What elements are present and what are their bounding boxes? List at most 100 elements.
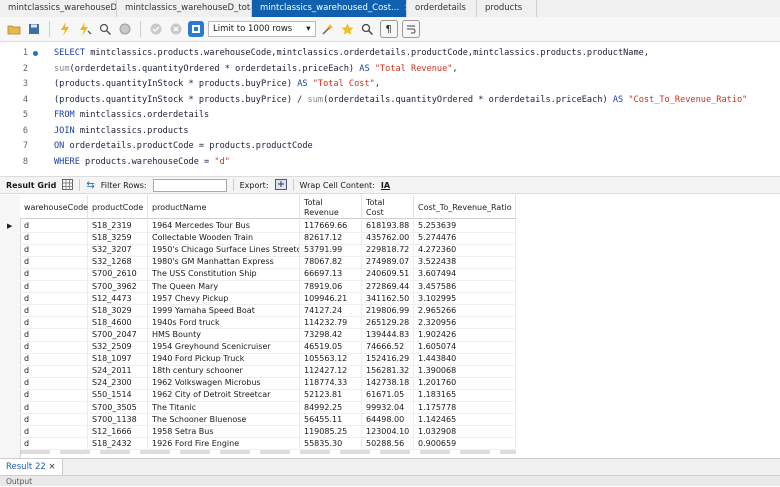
editor-line[interactable]: 8 WHERE products.warehouseCode = "d" [0,155,780,171]
table-cell[interactable]: 5.253639 [414,220,516,232]
search-icon[interactable] [360,21,376,37]
table-cell[interactable]: 2.320956 [414,316,516,329]
magnifier-icon[interactable] [97,21,113,37]
table-cell[interactable]: S700_1138 [88,413,148,426]
table-cell[interactable]: 435762.00 [362,232,414,245]
column-header[interactable]: productCode [88,195,148,219]
table-cell[interactable]: 152416.29 [362,353,414,366]
column-header[interactable]: Total Revenue [300,195,362,219]
table-cell[interactable]: d [20,232,88,245]
table-cell[interactable]: S24_2011 [88,365,148,378]
table-cell[interactable]: 66697.13 [300,268,362,281]
table-cell[interactable]: 3.457586 [414,280,516,293]
editor-line[interactable]: 2 sum(orderdetails.quantityOrdered * orde… [0,62,780,78]
table-cell[interactable]: S12_4473 [88,292,148,305]
table-cell[interactable]: 1.605074 [414,341,516,353]
table-cell[interactable]: S700_2047 [88,328,148,341]
table-cell[interactable]: d [20,316,88,329]
stop-icon[interactable] [117,21,133,37]
table-cell[interactable]: 73298.42 [300,328,362,341]
output-panel-header[interactable]: Output [0,475,780,486]
editor-line[interactable]: 3 (products.quantityInStock * products.bu… [0,77,780,93]
table-cell[interactable]: 219806.99 [362,304,414,317]
editor-line[interactable]: 4 (products.quantityInStock * products.bu… [0,93,780,109]
table-cell[interactable]: Collectable Wooden Train [148,232,300,245]
table-cell[interactable]: 1962 City of Detroit Streetcar [148,389,300,402]
table-cell[interactable]: S700_3505 [88,401,148,414]
table-cell[interactable]: 1957 Chevy Pickup [148,292,300,305]
editor-line[interactable]: 6 JOIN mintclassics.products [0,124,780,140]
table-cell[interactable]: S24_2300 [88,377,148,390]
table-cell[interactable]: d [20,353,88,366]
tab-result-22[interactable]: Result 22 × [0,459,63,475]
table-cell[interactable]: d [20,377,88,390]
table-cell[interactable]: 2.965266 [414,304,516,317]
table-cell[interactable]: 229818.72 [362,244,414,257]
table-cell[interactable]: 1.902426 [414,328,516,341]
tab-warehouseD-total[interactable]: mintclassics_warehouseD_total... [117,0,252,17]
folder-icon[interactable] [6,21,22,37]
table-cell[interactable]: 119085.25 [300,425,362,438]
table-cell[interactable]: 240609.51 [362,268,414,281]
table-cell[interactable]: The Titanic [148,401,300,414]
tab-orderdetails[interactable]: orderdetails [407,0,477,17]
table-cell[interactable]: 139444.83 [362,328,414,341]
lightning-icon[interactable] [57,21,73,37]
editor-line[interactable]: 5 FROM mintclassics.orderdetails [0,108,780,124]
table-cell[interactable]: 55835.30 [300,437,362,450]
editor-line[interactable]: 7 ON orderdetails.productCode = products.… [0,139,780,155]
table-cell[interactable]: d [20,413,88,426]
table-cell[interactable]: The Queen Mary [148,280,300,293]
table-cell[interactable]: 99932.04 [362,401,414,414]
column-header[interactable]: Cost_To_Revenue_Ratio [414,195,516,219]
table-cell[interactable]: 74127.24 [300,304,362,317]
tab-products[interactable]: products [477,0,537,17]
table-cell[interactable]: 118774.33 [300,377,362,390]
table-cell[interactable]: S18_2319 [88,220,148,232]
table-cell[interactable]: d [20,341,88,353]
table-cell[interactable]: S18_2432 [88,437,148,450]
table-cell[interactable]: 1926 Ford Fire Engine [148,437,300,450]
tab-warehouseD[interactable]: mintclassics_warehouseD [0,0,117,17]
table-cell[interactable]: 1.142465 [414,413,516,426]
table-cell[interactable]: 82617.12 [300,232,362,245]
table-cell[interactable]: 1958 Setra Bus [148,425,300,438]
table-cell[interactable]: 1999 Yamaha Speed Boat [148,304,300,317]
table-cell[interactable]: 1954 Greyhound Scenicruiser [148,341,300,353]
beautify-icon[interactable] [320,21,336,37]
table-cell[interactable]: S32_2509 [88,341,148,353]
table-cell[interactable]: S700_2610 [88,268,148,281]
table-cell[interactable]: 142738.18 [362,377,414,390]
table-cell[interactable]: 18th century schooner [148,365,300,378]
table-cell[interactable]: S32_1268 [88,256,148,269]
lightning-cursor-icon[interactable] [77,21,93,37]
table-cell[interactable]: d [20,280,88,293]
table-cell[interactable]: 105563.12 [300,353,362,366]
toggle-icon[interactable] [188,21,204,37]
table-cell[interactable]: d [20,401,88,414]
table-cell[interactable]: 0.900659 [414,437,516,450]
export-icon[interactable] [274,178,287,192]
table-cell[interactable]: 56455.11 [300,413,362,426]
check-icon[interactable] [148,21,164,37]
close-icon[interactable]: × [49,462,56,472]
table-cell[interactable]: d [20,256,88,269]
table-cell[interactable]: 274989.07 [362,256,414,269]
table-cell[interactable]: d [20,244,88,257]
column-header[interactable]: warehouseCode [20,195,88,219]
table-cell[interactable]: 1980's GM Manhattan Express [148,256,300,269]
save-icon[interactable] [26,21,42,37]
table-cell[interactable]: 1.175778 [414,401,516,414]
table-cell[interactable]: 46519.05 [300,341,362,353]
tab-warehoused-cost[interactable]: mintclassics_warehoused_Cost...× [252,0,407,17]
table-cell[interactable]: 1940s Ford truck [148,316,300,329]
table-cell[interactable]: 341162.50 [362,292,414,305]
table-cell[interactable]: 50288.56 [362,437,414,450]
table-cell[interactable]: 112427.12 [300,365,362,378]
wrap-cell-icon[interactable]: IA [381,181,390,190]
sql-editor[interactable]: 1 SELECT mintclassics.products.warehouseC… [0,42,780,204]
table-cell[interactable]: 109946.21 [300,292,362,305]
table-cell[interactable]: d [20,268,88,281]
result-grid[interactable]: ▶ warehouseCode productCode productName Tota… [0,195,780,458]
table-cell[interactable]: 1.390068 [414,365,516,378]
